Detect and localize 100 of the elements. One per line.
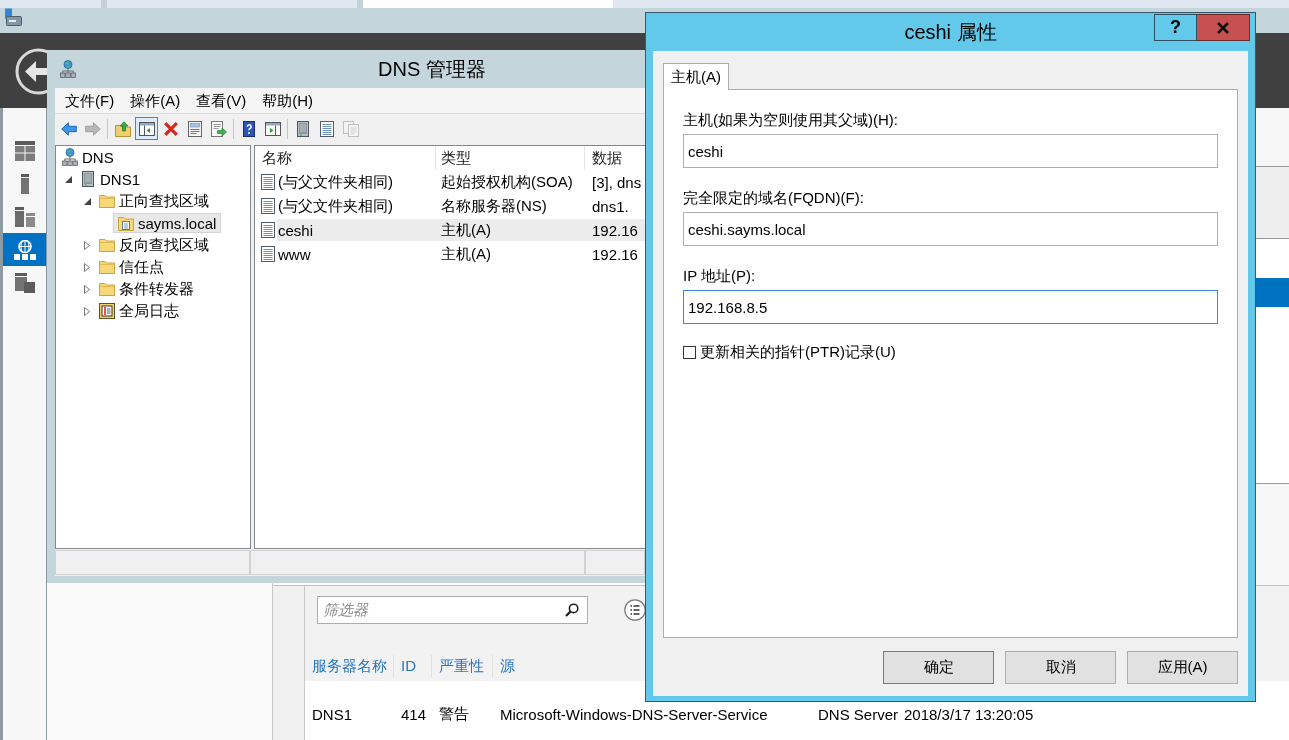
list-options-button[interactable] xyxy=(624,599,646,621)
back-button[interactable] xyxy=(15,48,47,95)
list-row[interactable]: ceshi 主机(A) 192.16 xyxy=(277,219,645,241)
table-cell-text: 2018/3/17 13:20:05 xyxy=(903,705,1035,723)
menu-item[interactable]: 文件(F) xyxy=(57,89,123,112)
table-cell-text: 主机(A) xyxy=(440,220,492,240)
dialog-button[interactable]: 取消 xyxy=(1005,651,1116,684)
folder-document-icon xyxy=(118,215,134,231)
globe-network-icon xyxy=(13,239,36,260)
close-button[interactable] xyxy=(1197,14,1250,41)
table-cell-text: 警告 xyxy=(438,704,470,724)
tree-item[interactable]: 信任点 xyxy=(94,257,169,277)
column-header[interactable]: 严重性 xyxy=(432,655,493,677)
tree-item[interactable]: DNS1 xyxy=(75,169,145,189)
table-cell-text: 192.16 xyxy=(591,221,638,239)
column-header[interactable]: 服务器名称 xyxy=(305,655,394,677)
column-header[interactable]: 类型 xyxy=(436,146,585,170)
help-button[interactable]: ? xyxy=(1154,14,1197,41)
window-right-pane-icon xyxy=(264,120,281,137)
list-row[interactable]: (与父文件夹相同) 起始授权机构(SOA) [3], dns xyxy=(277,171,645,193)
table-cell-text: DNS Server xyxy=(817,705,897,723)
table-cell-text: 414 xyxy=(400,705,428,723)
document-lines-icon xyxy=(261,222,275,238)
input-field[interactable]: ceshi xyxy=(683,134,1218,168)
list-row[interactable]: (与父文件夹相同) 名称服务器(NS) dns1. xyxy=(277,195,645,217)
folder-up-icon xyxy=(114,120,131,137)
servers-icon xyxy=(14,206,35,227)
input-field[interactable]: ceshi.sayms.local xyxy=(683,212,1218,246)
column-header[interactable]: 名称 xyxy=(255,146,436,170)
server-tower-icon xyxy=(296,120,309,137)
table-cell-text: ceshi xyxy=(277,221,315,239)
table-cell-text: 192.16 xyxy=(591,245,638,263)
table-cell-text: (与父文件夹相同) xyxy=(277,172,394,192)
field-label: IP 地址(P): xyxy=(683,266,757,286)
collapsed-arrow-icon[interactable] xyxy=(84,306,90,316)
folder-icon xyxy=(99,238,115,252)
document-lines-icon xyxy=(261,174,275,190)
table-cell-text: www xyxy=(277,245,312,263)
log-book-icon xyxy=(99,303,115,319)
server-icon xyxy=(4,8,22,27)
arrow-right-icon xyxy=(84,120,101,137)
expanded-arrow-icon[interactable] xyxy=(64,175,72,183)
tree-item[interactable]: 反向查找区域 xyxy=(94,235,214,255)
list-row[interactable]: www 主机(A) 192.16 xyxy=(277,243,645,265)
column-header[interactable]: ID xyxy=(394,655,432,677)
table-cell-text: [3], dns xyxy=(591,173,642,191)
input-field[interactable]: 192.168.8.5 xyxy=(683,290,1218,324)
table-cell-text: dns1. xyxy=(591,197,629,215)
tree-item[interactable]: sayms.local xyxy=(113,213,222,233)
tab[interactable]: 主机(A) xyxy=(663,63,729,90)
export-list-icon xyxy=(210,120,227,137)
document-lines-icon xyxy=(261,246,275,262)
window-title: DNS 管理器 xyxy=(378,56,486,82)
document-lines-icon xyxy=(319,120,334,137)
collapsed-arrow-icon[interactable] xyxy=(84,284,90,294)
nav-item[interactable] xyxy=(3,233,46,266)
stacked-boxes-icon xyxy=(14,272,35,293)
grid-icon xyxy=(14,140,35,161)
table-cell-text: (与父文件夹相同) xyxy=(277,196,394,216)
tree-item[interactable]: DNS xyxy=(57,147,119,167)
server-tower-icon xyxy=(82,171,94,187)
server-icon xyxy=(20,173,29,194)
dialog-title: ceshi 属性 xyxy=(904,19,997,45)
window-left-pane-icon xyxy=(138,120,155,137)
table-cell-text: 名称服务器(NS) xyxy=(440,196,548,216)
column-header[interactable]: 数据 xyxy=(585,146,645,170)
menu-item[interactable]: 操作(A) xyxy=(122,89,189,112)
field-label: 主机(如果为空则使用其父域)(H): xyxy=(683,110,899,130)
expanded-arrow-icon[interactable] xyxy=(83,197,91,205)
table-cell-text: Microsoft-Windows-DNS-Server-Service xyxy=(499,705,769,723)
close-icon xyxy=(1217,21,1229,34)
network-icon xyxy=(62,148,78,166)
highlight-band xyxy=(1256,278,1289,307)
filter-field[interactable]: 筛选器 xyxy=(317,596,588,624)
search-icon xyxy=(565,603,579,617)
show-tree-button[interactable] xyxy=(135,117,158,140)
folder-icon xyxy=(99,260,115,274)
table-cell-text: 主机(A) xyxy=(440,244,492,264)
copy-icon xyxy=(342,120,359,137)
table-cell-text: 起始授权机构(SOA) xyxy=(440,172,574,192)
checkbox[interactable] xyxy=(683,345,696,359)
arrow-left-icon xyxy=(60,120,77,137)
menu-item[interactable]: 查看(V) xyxy=(188,89,255,112)
menu-item[interactable]: 帮助(H) xyxy=(254,89,321,112)
document-lines-icon xyxy=(261,198,275,214)
table-cell-text: DNS1 xyxy=(311,705,353,723)
dialog-button[interactable]: 确定 xyxy=(883,651,994,684)
field-label: 完全限定的域名(FQDN)(F): xyxy=(683,188,865,208)
tree-item[interactable]: 正向查找区域 xyxy=(94,191,214,211)
properties-icon xyxy=(186,120,203,137)
delete-icon xyxy=(162,120,179,137)
folder-icon xyxy=(99,194,115,208)
network-icon xyxy=(60,60,76,78)
tree-item[interactable]: 全局日志 xyxy=(94,301,184,321)
collapsed-arrow-icon[interactable] xyxy=(84,240,90,250)
folder-icon xyxy=(99,282,115,296)
tree-item[interactable]: 条件转发器 xyxy=(94,279,199,299)
dialog-button[interactable]: 应用(A) xyxy=(1127,651,1238,684)
checkbox-label[interactable]: 更新相关的指针(PTR)记录(U) xyxy=(700,342,896,362)
collapsed-arrow-icon[interactable] xyxy=(84,262,90,272)
